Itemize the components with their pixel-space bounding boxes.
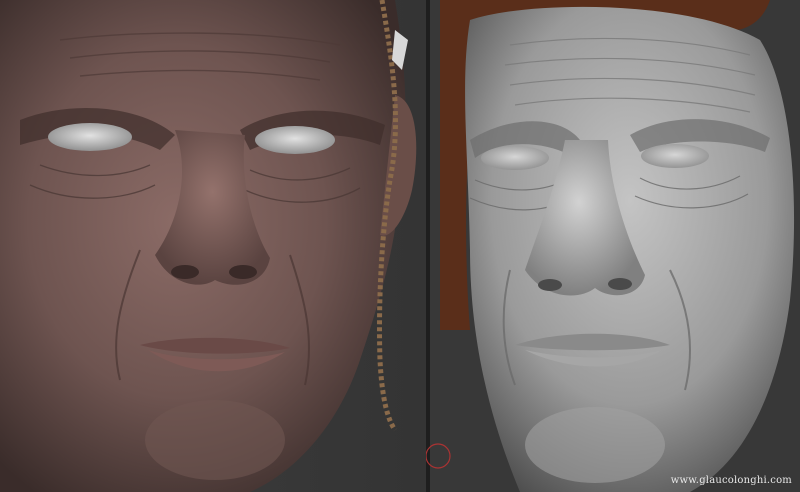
left-eye	[481, 146, 549, 170]
clay-face-panel: www.glaucolonghi.com	[430, 0, 800, 492]
right-eye	[641, 144, 709, 168]
chin	[525, 407, 665, 483]
right-nostril	[608, 278, 632, 290]
render-comparison: www.glaucolonghi.com	[0, 0, 800, 492]
left-nostril	[538, 279, 562, 291]
right-nostril	[229, 265, 257, 279]
left-nostril	[171, 265, 199, 279]
red-circle-gizmo	[426, 443, 451, 469]
textured-face-panel	[0, 0, 426, 492]
watermark-text: www.glaucolonghi.com	[670, 475, 792, 486]
left-eye	[48, 123, 132, 151]
clay-face-illustration	[430, 0, 800, 492]
textured-face-illustration	[0, 0, 426, 492]
chin	[145, 400, 285, 480]
right-eye	[255, 126, 335, 154]
